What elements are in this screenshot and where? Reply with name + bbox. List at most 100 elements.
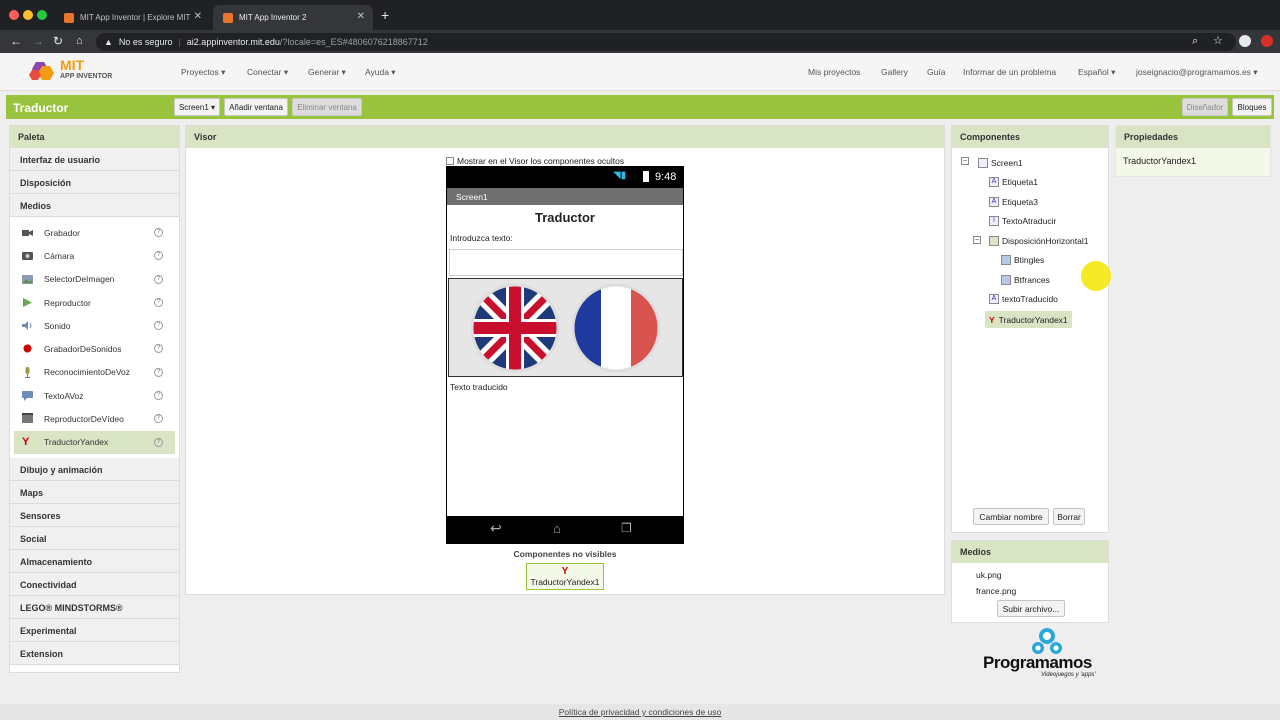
help-icon[interactable]: ? [154, 228, 163, 237]
category-conectividad[interactable]: Conectividad [10, 572, 179, 596]
palette-item-sonido[interactable]: Sonido ? [14, 314, 175, 337]
category-sensores[interactable]: Sensores [10, 503, 179, 527]
prompt-label[interactable]: Introduzca texto: [450, 233, 513, 243]
category-interfaz-usuario[interactable]: Interfaz de usuario [10, 148, 179, 171]
upload-file-button[interactable]: Subir archivo... [997, 600, 1065, 617]
menu-ayuda[interactable]: Ayuda ▾ [365, 67, 396, 78]
category-experimental[interactable]: Experimental [10, 618, 179, 642]
back-icon[interactable]: ← [10, 34, 22, 48]
help-icon[interactable]: ? [154, 367, 163, 377]
properties-selected-component: TraductorYandex1 [1116, 148, 1270, 176]
horizontal-arrangement[interactable] [448, 278, 683, 377]
uk-flag-button[interactable] [470, 283, 560, 373]
palette-item-grabador-sonidos[interactable]: GrabadorDeSonidos ? [14, 337, 175, 360]
text-to-translate-input[interactable] [449, 249, 683, 276]
palette-item-label: Reproductor [44, 297, 91, 308]
browser-tab-app-inventor[interactable]: MIT App Inventor 2 ✕ [213, 5, 373, 30]
tree-node-texto-traducido[interactable]: AtextoTraducido [989, 291, 1058, 307]
link-gallery[interactable]: Gallery [881, 67, 908, 77]
extension-icon[interactable] [1261, 35, 1273, 47]
tree-node-disposicion-horizontal1[interactable]: DisposiciónHorizontal1 [989, 233, 1088, 249]
help-icon[interactable]: ? [154, 274, 163, 284]
address-bar[interactable]: ▲ No es seguro | ai2.appinventor.mit.edu… [96, 33, 1236, 51]
browser-tab-explore[interactable]: MIT App Inventor | Explore MIT ✕ [54, 5, 210, 30]
show-hidden-toggle[interactable]: Mostrar en el Visor los componentes ocul… [446, 156, 624, 166]
link-mis-proyectos[interactable]: Mis proyectos [808, 67, 860, 77]
language-selector[interactable]: Español ▾ [1078, 67, 1115, 78]
palette-item-reconocimiento-voz[interactable]: ReconocimientoDeVoz ? [14, 361, 175, 384]
palette-item-grabador[interactable]: Grabador ? [14, 221, 175, 244]
help-icon[interactable]: ? [154, 437, 163, 447]
show-hidden-checkbox[interactable] [446, 157, 454, 165]
screen-selector[interactable]: Screen1 ▾ [174, 98, 220, 116]
palette-item-reproductor-video[interactable]: ReproductorDeVídeo ? [14, 407, 175, 430]
help-icon[interactable]: ? [154, 414, 163, 424]
app-title-label[interactable]: Traductor [447, 210, 683, 225]
account-menu[interactable]: joseignacio@programamos.es ▾ [1136, 67, 1258, 78]
palette-item-traductor-yandex[interactable]: Y TraductorYandex ? [14, 430, 175, 454]
help-icon[interactable]: ? [154, 251, 163, 261]
zoom-icon[interactable]: ⌕ [1192, 34, 1198, 48]
collapse-arrangement-icon[interactable]: − [973, 236, 981, 244]
new-tab-button[interactable]: + [381, 7, 389, 23]
link-guia[interactable]: Guía [927, 67, 945, 77]
category-maps[interactable]: Maps [10, 480, 179, 504]
collapse-screen1-icon[interactable]: − [961, 157, 969, 165]
privacy-policy-link[interactable]: Política de privacidad y condiciones de … [559, 707, 722, 717]
rename-button[interactable]: Cambiar nombre [973, 508, 1049, 525]
reload-icon[interactable]: ↻ [53, 34, 63, 48]
phone-status-bar: ◥▮ 9:48 [447, 167, 683, 188]
tree-node-traductor-yandex1[interactable]: Y TraductorYandex1 [985, 311, 1072, 328]
recent-apps-icon: ❐ [621, 521, 632, 535]
category-extension[interactable]: Extension [10, 641, 179, 665]
profile-avatar[interactable] [1239, 35, 1251, 47]
category-medios[interactable]: Medios [10, 194, 179, 217]
tree-node-etiqueta3[interactable]: A Etiqueta3 [989, 194, 1038, 210]
mit-app-inventor-logo[interactable]: MIT APP INVENTOR [28, 56, 123, 86]
media-file-uk[interactable]: uk.png [976, 570, 1002, 580]
maximize-window-icon[interactable] [37, 10, 47, 20]
tree-node-btingles[interactable]: Btingles [1001, 252, 1044, 268]
palette-item-camara[interactable]: Cámara ? [14, 244, 175, 267]
category-social[interactable]: Social [10, 526, 179, 550]
tree-node-label: Btingles [1014, 255, 1045, 265]
menu-proyectos[interactable]: Proyectos ▾ [181, 67, 225, 78]
category-almacenamiento[interactable]: Almacenamiento [10, 549, 179, 573]
close-window-icon[interactable] [9, 10, 19, 20]
menu-generar[interactable]: Generar ▾ [308, 67, 346, 78]
france-flag-button[interactable] [571, 283, 661, 373]
remove-screen-button[interactable]: Eliminar ventana [292, 98, 362, 116]
palette-item-reproductor[interactable]: Reproductor ? [14, 291, 175, 314]
help-icon[interactable]: ? [154, 297, 163, 307]
tree-node-label: Etiqueta3 [1002, 197, 1038, 207]
help-icon[interactable]: ? [154, 344, 163, 354]
link-informar-problema[interactable]: Informar de un problema [963, 67, 1056, 77]
help-icon[interactable]: ? [154, 391, 163, 401]
designer-button[interactable]: Diseñador [1182, 98, 1228, 116]
bookmark-star-icon[interactable]: ☆ [1213, 34, 1223, 48]
translated-text-label[interactable]: Texto traducido [450, 382, 508, 392]
delete-button[interactable]: Borrar [1053, 508, 1085, 525]
blocks-button[interactable]: Bloques [1232, 98, 1272, 116]
programamos-gears-logo [1032, 628, 1062, 654]
menu-conectar[interactable]: Conectar ▾ [247, 67, 288, 78]
close-tab-icon[interactable]: ✕ [357, 11, 365, 22]
media-file-france[interactable]: france.png [976, 586, 1016, 596]
forward-icon[interactable]: → [32, 34, 44, 48]
category-disposicion[interactable]: Disposición [10, 171, 179, 194]
browser-toolbar: ← → ↻ ⌂ ▲ No es seguro | ai2.appinventor… [0, 30, 1280, 53]
palette-item-texto-a-voz[interactable]: TextoAVoz ? [14, 384, 175, 407]
palette-item-selector-imagen[interactable]: SelectorDeImagen ? [14, 268, 175, 291]
tree-node-screen1[interactable]: Screen1 [978, 155, 1023, 171]
minimize-window-icon[interactable] [23, 10, 33, 20]
category-lego-mindstorms[interactable]: LEGO® MINDSTORMS® [10, 595, 179, 619]
nonvisible-component-yandex[interactable]: Y TraductorYandex1 [526, 563, 604, 590]
tree-node-etiqueta1[interactable]: A Etiqueta1 [989, 174, 1038, 190]
tree-node-texto-a-traducir[interactable]: I TextoAtraducir [989, 213, 1056, 229]
home-icon[interactable]: ⌂ [76, 34, 83, 48]
help-icon[interactable]: ? [154, 321, 163, 331]
close-tab-icon[interactable]: ✕ [194, 11, 202, 22]
tree-node-btfrances[interactable]: Btfrances [1001, 272, 1050, 288]
add-screen-button[interactable]: Añadir ventana [224, 98, 288, 116]
category-dibujo-animacion[interactable]: Dibujo y animación [10, 457, 179, 481]
